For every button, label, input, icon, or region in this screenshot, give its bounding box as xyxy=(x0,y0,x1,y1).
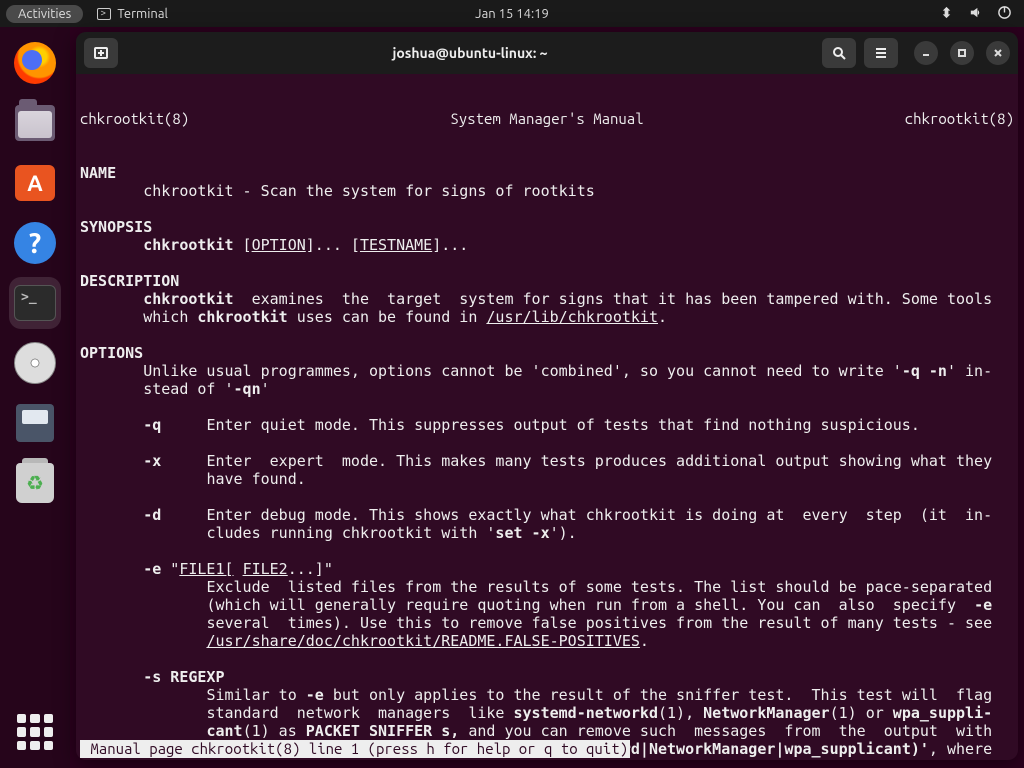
manpage-header: chkrootkit(8) System Manager's Manual ch… xyxy=(76,110,1018,128)
dock-software[interactable]: A xyxy=(9,157,61,209)
network-icon[interactable] xyxy=(939,5,954,23)
files-icon xyxy=(15,105,55,141)
window-title: joshua@ubuntu-linux: ~ xyxy=(126,45,814,61)
trash-icon: ♻ xyxy=(16,463,54,503)
terminal-app-icon xyxy=(97,8,111,20)
close-button[interactable] xyxy=(986,41,1010,65)
activities-button[interactable]: Activities xyxy=(6,5,83,23)
dock-save[interactable] xyxy=(9,397,61,449)
help-icon: ? xyxy=(14,222,56,264)
app-menu[interactable]: Terminal xyxy=(97,7,168,21)
terminal-viewport[interactable]: chkrootkit(8) System Manager's Manual ch… xyxy=(76,74,1018,760)
hamburger-menu-button[interactable] xyxy=(864,38,898,68)
manpage-body: NAME chkrootkit - Scan the system for si… xyxy=(76,164,1018,760)
disc-icon xyxy=(14,342,56,384)
terminal-window: joshua@ubuntu-linux: ~ chkrootkit(8) Sys… xyxy=(76,32,1018,760)
dock-disc[interactable] xyxy=(9,337,61,389)
dock-files[interactable] xyxy=(9,97,61,149)
dock-help[interactable]: ? xyxy=(9,217,61,269)
dock-terminal[interactable] xyxy=(9,277,61,329)
gnome-topbar: Activities Terminal Jan 15 14:19 xyxy=(0,0,1024,27)
floppy-icon xyxy=(16,404,54,442)
minimize-button[interactable] xyxy=(914,41,938,65)
dock-firefox[interactable] xyxy=(9,37,61,89)
new-tab-button[interactable] xyxy=(84,38,118,68)
software-icon: A xyxy=(15,165,55,201)
maximize-button[interactable] xyxy=(950,41,974,65)
volume-icon[interactable] xyxy=(968,5,983,23)
firefox-icon xyxy=(14,42,56,84)
search-button[interactable] xyxy=(822,38,856,68)
clock[interactable]: Jan 15 14:19 xyxy=(475,7,549,21)
show-applications[interactable] xyxy=(17,714,53,750)
app-menu-label: Terminal xyxy=(117,7,168,21)
dock: A ? ♻ xyxy=(0,27,70,768)
dock-trash[interactable]: ♻ xyxy=(9,457,61,509)
manpage-statusline: Manual page chkrootkit(8) line 1 (press … xyxy=(80,740,630,758)
window-titlebar: joshua@ubuntu-linux: ~ xyxy=(76,32,1018,74)
terminal-icon xyxy=(14,285,56,321)
power-icon[interactable] xyxy=(997,5,1012,23)
